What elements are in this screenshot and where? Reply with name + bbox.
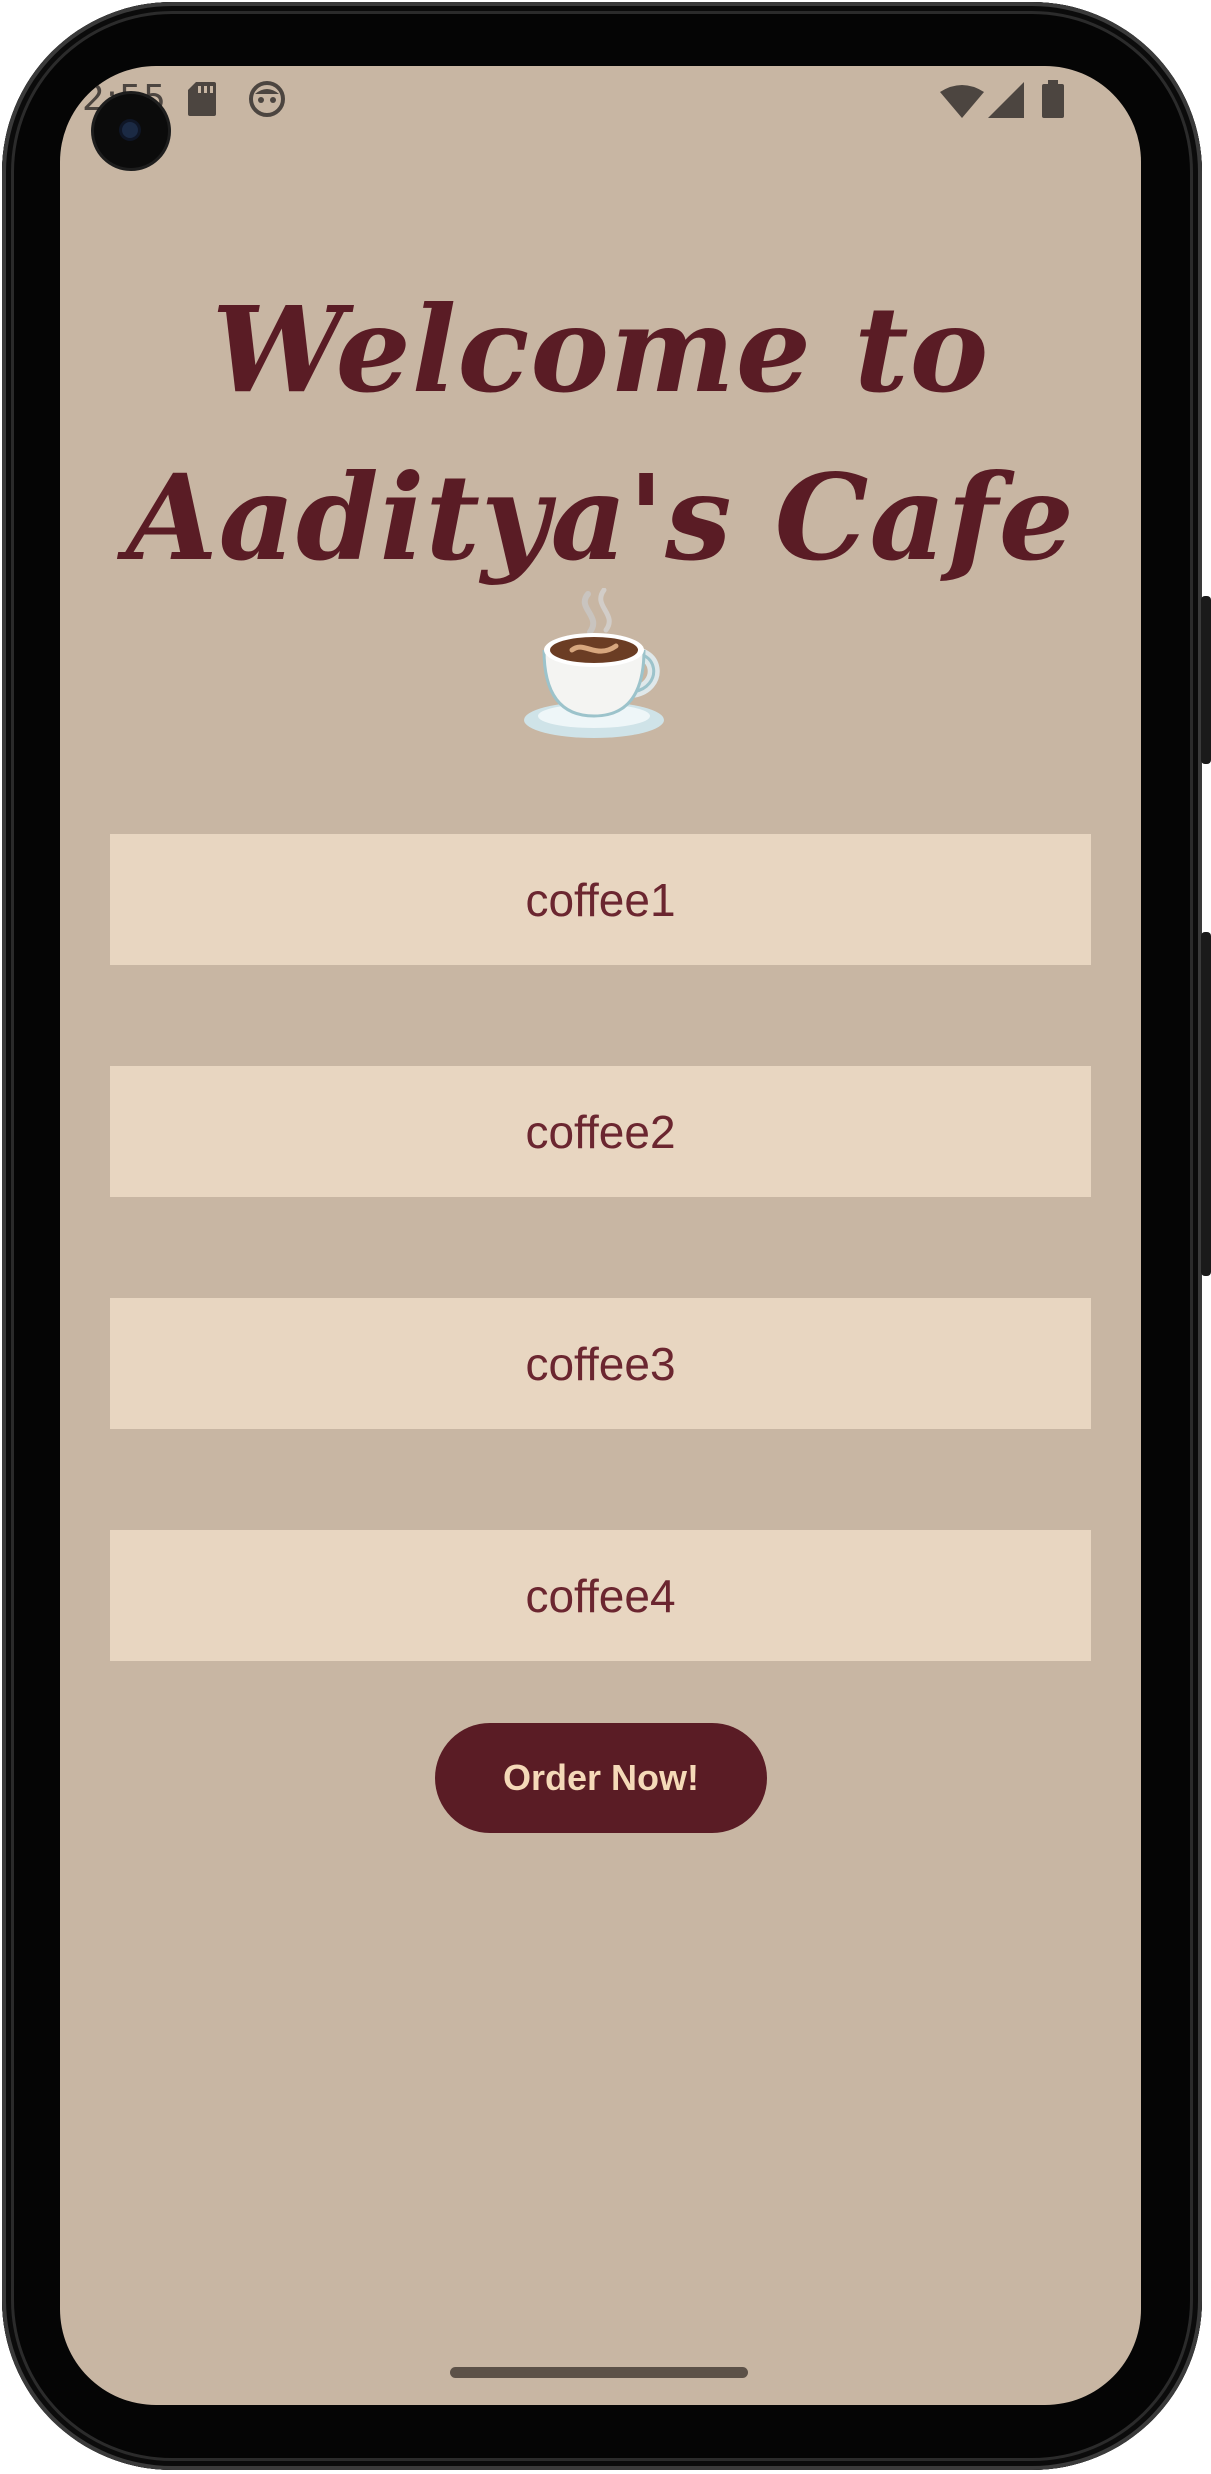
- front-camera: [94, 94, 168, 168]
- signal-icon: [988, 82, 1024, 118]
- app-screen: 2:55 Welcome to Aaditya's Cafe: [60, 66, 1141, 2405]
- sd-card-icon: [188, 82, 216, 116]
- status-bar: 2:55: [60, 66, 1141, 130]
- order-now-button[interactable]: Order Now!: [435, 1723, 767, 1833]
- volume-button: [1201, 596, 1211, 764]
- wifi-icon: [940, 85, 984, 118]
- battery-icon: [1042, 80, 1064, 118]
- menu-item-coffee4[interactable]: coffee4: [110, 1530, 1091, 1661]
- coffee-cup-icon: [524, 588, 664, 738]
- face-icon: [249, 81, 285, 117]
- power-button: [1201, 932, 1211, 1276]
- welcome-title: Welcome to Aaditya's Cafe: [60, 266, 1141, 602]
- title-line-2: Aaditya's Cafe: [126, 448, 1075, 587]
- menu-item-coffee2[interactable]: coffee2: [110, 1066, 1091, 1197]
- title-line-1: Welcome to: [211, 280, 990, 419]
- menu-item-coffee1[interactable]: coffee1: [110, 834, 1091, 965]
- home-indicator[interactable]: [450, 2367, 748, 2378]
- menu-item-coffee3[interactable]: coffee3: [110, 1298, 1091, 1429]
